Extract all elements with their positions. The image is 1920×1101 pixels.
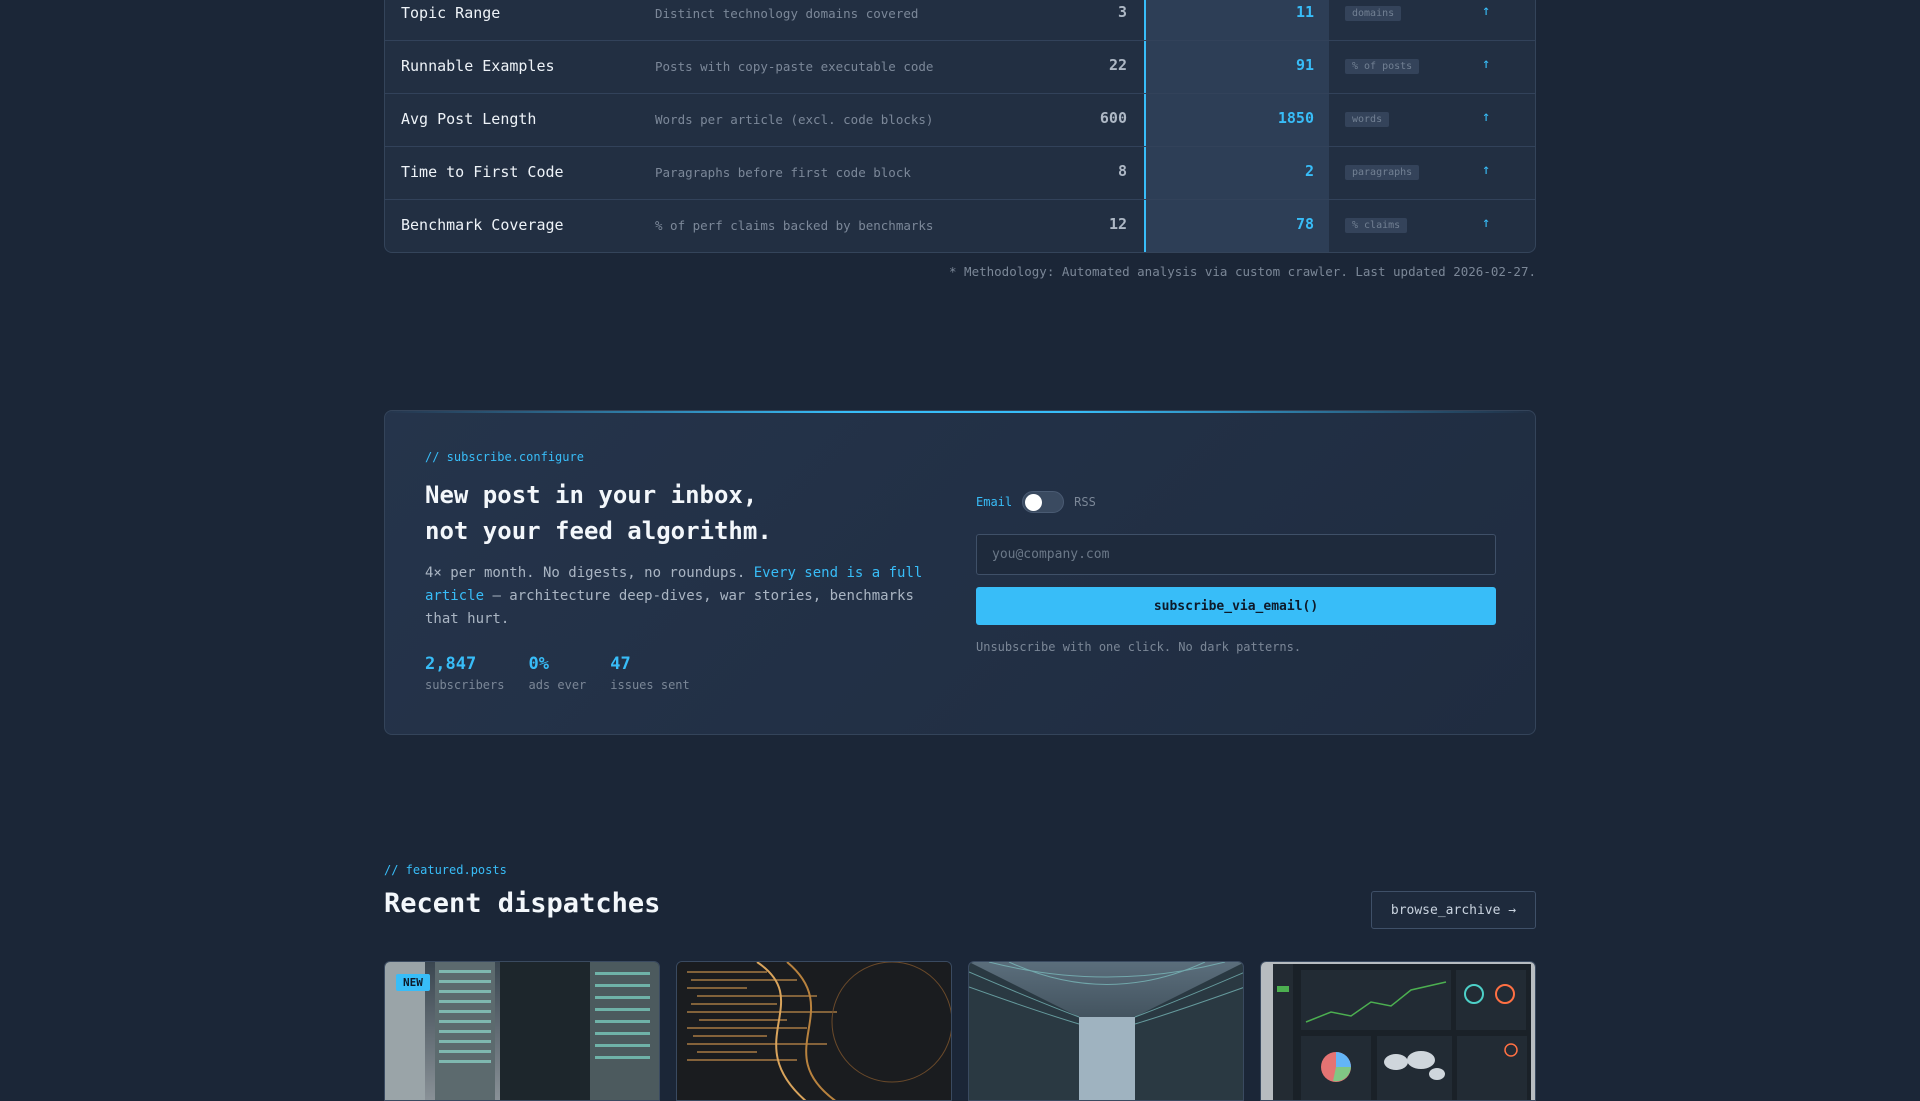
headline-line-2: not your feed algorithm. — [425, 517, 772, 545]
description-suffix: — architecture deep-dives, war stories, … — [425, 588, 914, 627]
browse-archive-button[interactable]: browse_archive → — [1371, 891, 1536, 929]
code-screen-image — [677, 962, 951, 1100]
new-badge: NEW — [396, 974, 430, 991]
metric-before-value: 12 — [1108, 215, 1127, 233]
metric-unit-badge: % claims — [1345, 218, 1408, 233]
metric-description: Paragraphs before first code block — [655, 165, 911, 180]
metric-description: Distinct technology domains covered — [655, 6, 919, 21]
metric-after-value: 11 — [1295, 3, 1314, 21]
metric-before-value: 3 — [1117, 3, 1127, 21]
table-row: Topic Range Distinct technology domains … — [385, 0, 1535, 41]
toggle-option-email[interactable]: Email — [976, 495, 1012, 509]
subscriber-stats: 2,847 subscribers 0% ads ever 47 issues … — [425, 654, 690, 692]
stat-value: 0% — [528, 654, 549, 674]
table-row: Time to First Code Paragraphs before fir… — [385, 148, 1535, 200]
metric-name: Avg Post Length — [401, 110, 537, 128]
toggle-option-rss[interactable]: RSS — [1074, 495, 1096, 509]
metric-unit-badge: words — [1345, 112, 1390, 127]
subscribe-button[interactable]: subscribe_via_email() — [976, 587, 1496, 625]
post-card[interactable]: NEW — [384, 961, 660, 1101]
metric-unit-badge: domains — [1345, 6, 1402, 21]
metric-after-value: 2 — [1304, 162, 1314, 180]
table-row: Runnable Examples Posts with copy-paste … — [385, 42, 1535, 94]
stat-value: 47 — [610, 654, 631, 674]
datacenter-corridor-image — [969, 962, 1243, 1100]
section-comment: // subscribe.configure — [425, 450, 584, 464]
post-card[interactable] — [1260, 961, 1536, 1101]
stat-issues: 47 issues sent — [610, 654, 689, 692]
stat-label: ads ever — [528, 678, 587, 692]
metric-description: % of perf claims backed by benchmarks — [655, 218, 934, 233]
metric-name: Time to First Code — [401, 163, 564, 181]
email-rss-switch[interactable] — [1022, 491, 1065, 513]
switch-knob — [1025, 494, 1043, 511]
metric-before-value: 600 — [1099, 109, 1127, 127]
metric-before-value: 8 — [1117, 162, 1127, 180]
metric-description: Words per article (excl. code blocks) — [655, 112, 934, 127]
description-prefix: 4× per month. No digests, no roundups. — [425, 565, 754, 581]
section-title: Recent dispatches — [384, 888, 661, 919]
subscribe-panel: // subscribe.configure New post in your … — [384, 410, 1536, 735]
accent-line — [385, 411, 1535, 413]
metric-after-value: 78 — [1295, 215, 1314, 233]
arrow-up-icon: ↑ — [1482, 56, 1491, 72]
arrow-up-icon: ↑ — [1482, 3, 1491, 19]
unsubscribe-note: Unsubscribe with one click. No dark patt… — [976, 640, 1302, 654]
metric-unit-badge: paragraphs — [1345, 165, 1420, 180]
stat-ads: 0% ads ever — [528, 654, 586, 692]
post-card[interactable] — [676, 961, 952, 1101]
headline-line-1: New post in your inbox, — [425, 481, 758, 509]
delivery-toggle: Email RSS — [976, 491, 1096, 513]
metric-after-value: 91 — [1295, 56, 1314, 74]
metric-name: Topic Range — [401, 4, 501, 22]
metric-description: Posts with copy-paste executable code — [655, 59, 934, 74]
metric-after-value: 1850 — [1277, 109, 1314, 127]
metric-before-value: 22 — [1108, 56, 1127, 74]
stat-value: 2,847 — [425, 654, 477, 674]
arrow-up-icon: ↑ — [1482, 109, 1491, 125]
arrow-up-icon: ↑ — [1482, 215, 1491, 231]
post-card[interactable] — [968, 961, 1244, 1101]
metrics-table: Topic Range Distinct technology domains … — [384, 0, 1536, 253]
arrow-up-icon: ↑ — [1482, 162, 1491, 178]
table-row: Avg Post Length Words per article (excl.… — [385, 95, 1535, 147]
table-row: Benchmark Coverage % of perf claims back… — [385, 201, 1535, 252]
metric-name: Benchmark Coverage — [401, 216, 564, 234]
metric-unit-badge: % of posts — [1345, 59, 1420, 74]
section-comment: // featured.posts — [384, 863, 507, 877]
email-input[interactable] — [976, 534, 1496, 575]
subscribe-description: 4× per month. No digests, no roundups. E… — [425, 562, 945, 631]
methodology-footnote: * Methodology: Automated analysis via cu… — [949, 264, 1536, 279]
stat-label: issues sent — [610, 678, 690, 692]
stat-subscribers: 2,847 subscribers — [425, 654, 504, 692]
metric-name: Runnable Examples — [401, 57, 555, 75]
dashboard-screen-image — [1261, 962, 1535, 1100]
stat-label: subscribers — [425, 678, 505, 692]
subscribe-headline: New post in your inbox, not your feed al… — [425, 477, 885, 549]
